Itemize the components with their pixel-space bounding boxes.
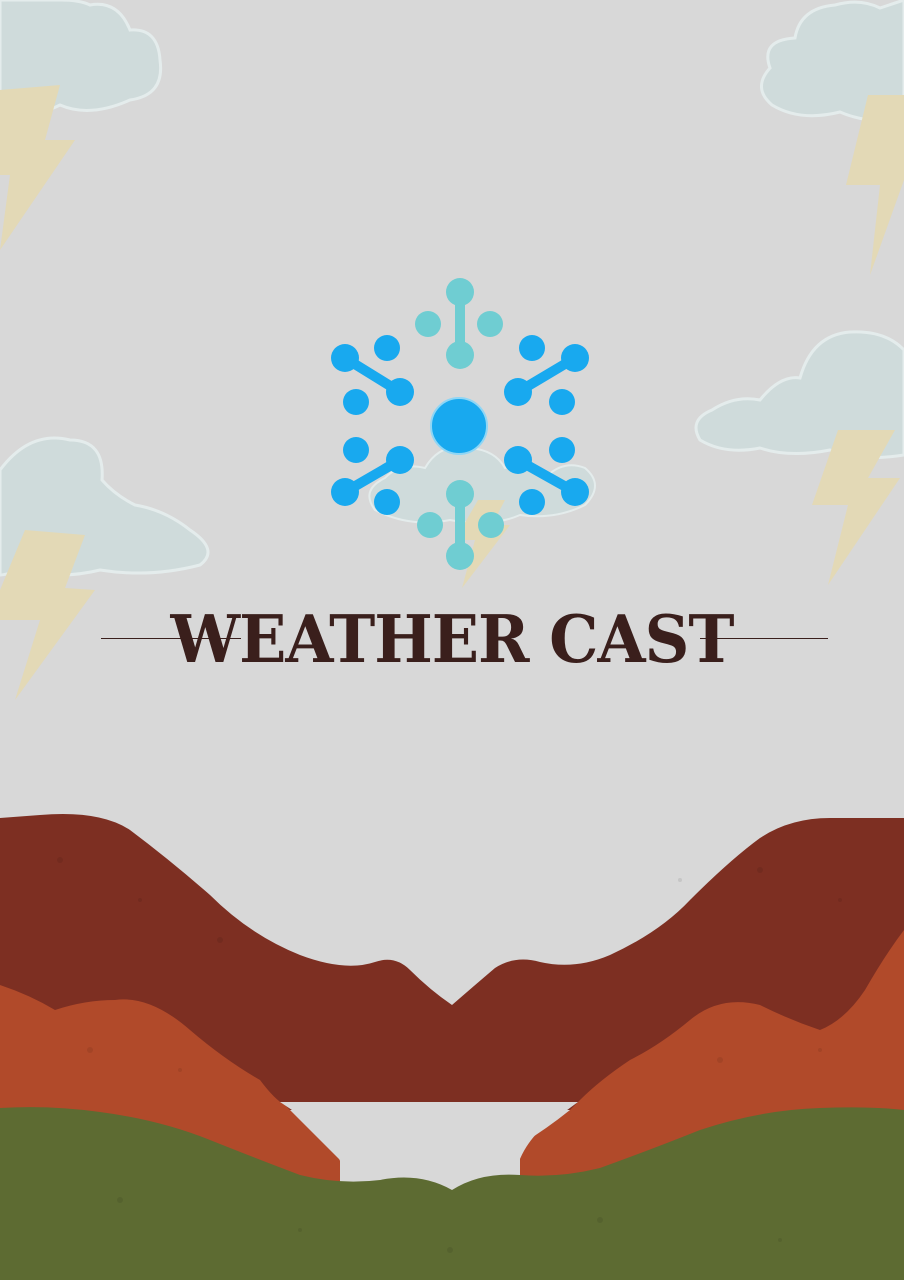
landscape-illustration <box>0 814 904 1280</box>
weather-cast-poster: WEATHER CAST <box>0 0 904 1280</box>
